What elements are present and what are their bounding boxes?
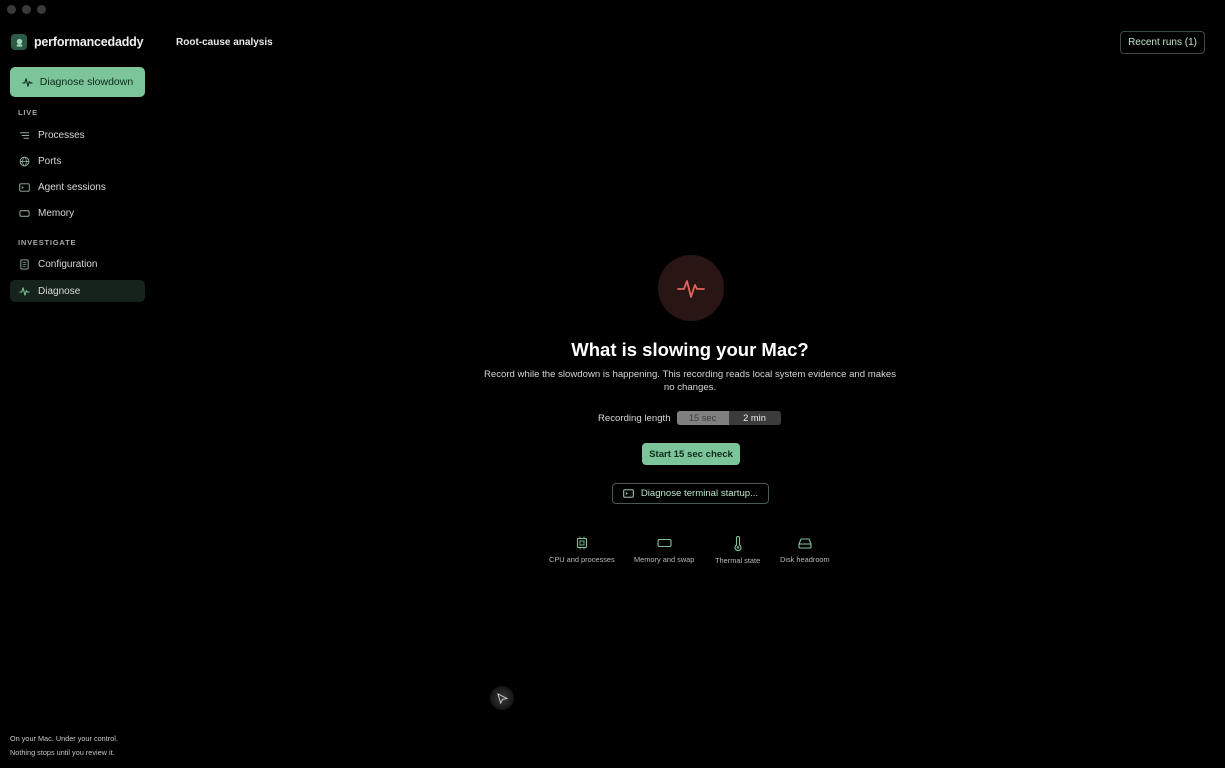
globe-icon [19,156,30,167]
sidebar-item-label: Configuration [38,258,98,270]
app-window: performancedaddy Diagnose slowdown LIVE … [0,0,1225,768]
sidebar-footer-line2: Nothing stops until you review it. [10,748,115,757]
recording-length-label: Recording length [598,412,671,424]
document-icon [19,258,30,270]
diagnose-slowdown-label: Diagnose slowdown [39,76,134,88]
sidebar-item-label: Memory [38,207,75,219]
check-thermal-state: Thermal state [715,536,760,565]
mouse-cursor-icon [490,686,514,710]
check-disk-headroom: Disk headroom [780,536,830,564]
chip-icon [576,536,587,550]
close-window-button[interactable] [7,5,16,14]
hero-pulse-badge [658,255,724,321]
minimize-window-button[interactable] [22,5,31,14]
sidebar-item-label: Processes [38,129,85,141]
sidebar-item-label: Ports [38,155,62,167]
terminal-icon [623,489,634,498]
check-label: CPU and processes [549,555,615,564]
memory-icon [19,208,30,219]
disk-icon [798,538,812,549]
recording-option-15-sec[interactable]: 15 sec [676,411,729,425]
check-memory-swap: Memory and swap [634,536,694,564]
diagnose-terminal-startup-label: Diagnose terminal startup... [640,488,759,499]
recording-length-row: Recording length 15 sec 2 min [598,411,781,425]
section-label-investigate: INVESTIGATE [18,238,77,247]
sidebar-item-configuration[interactable]: Configuration [10,253,145,275]
app-brand: performancedaddy [11,34,144,50]
list-icon [19,130,30,141]
section-label-live: LIVE [18,108,38,117]
start-check-button[interactable]: Start 15 sec check [642,443,740,465]
sidebar-item-label: Agent sessions [38,181,106,193]
terminal-icon [19,182,30,193]
zoom-window-button[interactable] [37,5,46,14]
pulse-icon [19,286,30,297]
memory-icon [657,538,672,548]
recent-runs-button[interactable]: Recent runs (1) [1120,31,1205,54]
diagnose-terminal-startup-button[interactable]: Diagnose terminal startup... [612,483,769,504]
check-label: Thermal state [715,556,761,565]
check-label: Memory and swap [634,555,695,564]
page-title: Root-cause analysis [176,37,273,48]
check-label: Disk headroom [780,555,830,564]
sidebar-item-memory[interactable]: Memory [10,202,145,224]
sidebar-footer-line1: On your Mac. Under your control. [10,734,118,743]
sidebar-item-ports[interactable]: Ports [10,150,145,172]
diagnose-slowdown-button[interactable]: Diagnose slowdown [10,67,145,97]
recording-option-2-min[interactable]: 2 min [728,411,781,425]
sidebar-item-processes[interactable]: Processes [10,124,145,146]
sidebar-item-agent-sessions[interactable]: Agent sessions [10,176,145,198]
check-cpu-processes: CPU and processes [549,536,615,564]
recording-length-segmented-control: 15 sec 2 min [676,411,781,425]
app-name: performancedaddy [34,35,144,49]
main-subtext: Record while the slowdown is happening. … [483,369,897,393]
pulse-icon [677,280,705,298]
pulse-icon [22,77,33,87]
main-headline: What is slowing your Mac? [571,339,809,360]
sidebar-item-label: Diagnose [38,285,81,297]
app-logo-icon [11,34,27,50]
thermometer-icon [734,536,742,551]
window-controls [7,5,46,14]
sidebar-item-diagnose[interactable]: Diagnose [10,280,145,302]
